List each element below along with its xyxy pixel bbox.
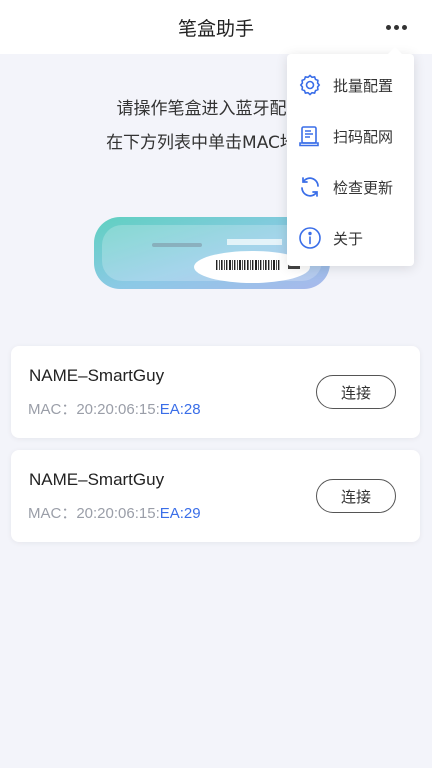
mac-suffix-highlight: EA:28	[159, 401, 201, 418]
device-name: NAME–SmartGuy	[29, 470, 165, 489]
connect-button[interactable]: 连接	[316, 375, 396, 409]
menu-item-batch-config[interactable]: 批量配置	[287, 60, 414, 110]
app-header: 笔盒助手	[0, 0, 432, 54]
menu-item-scan-network[interactable]: 扫码配网	[287, 111, 414, 161]
device-mac: MAC：20:20:06:15:EA:28	[28, 401, 201, 418]
more-options-button[interactable]	[376, 10, 416, 44]
device-card[interactable]: NAME–SmartGuy MAC：20:20:06:15:EA:29 连接	[11, 450, 420, 542]
menu-item-label: 批量配置	[333, 77, 394, 95]
menu-item-check-update[interactable]: 检查更新	[287, 162, 414, 212]
page-title: 笔盒助手	[177, 18, 254, 40]
options-dropdown-menu: 批量配置 扫码配网 检查更新 关于	[287, 47, 414, 266]
scan-code-icon	[299, 126, 319, 147]
device-card[interactable]: NAME–SmartGuy MAC：20:20:06:15:EA:28 连接	[11, 346, 420, 438]
mac-suffix-highlight: EA:29	[159, 505, 201, 522]
refresh-icon	[301, 177, 319, 197]
menu-item-label: 关于	[333, 230, 364, 248]
more-dots-icon	[385, 24, 407, 30]
device-mac: MAC：20:20:06:15:EA:29	[28, 505, 201, 522]
menu-item-label: 检查更新	[333, 179, 394, 197]
menu-item-label: 扫码配网	[333, 128, 394, 146]
batch-config-gear-icon	[299, 74, 321, 96]
device-name: NAME–SmartGuy	[29, 366, 165, 385]
menu-item-about[interactable]: 关于	[287, 213, 414, 263]
info-icon	[299, 227, 321, 249]
connect-button[interactable]: 连接	[316, 479, 396, 513]
